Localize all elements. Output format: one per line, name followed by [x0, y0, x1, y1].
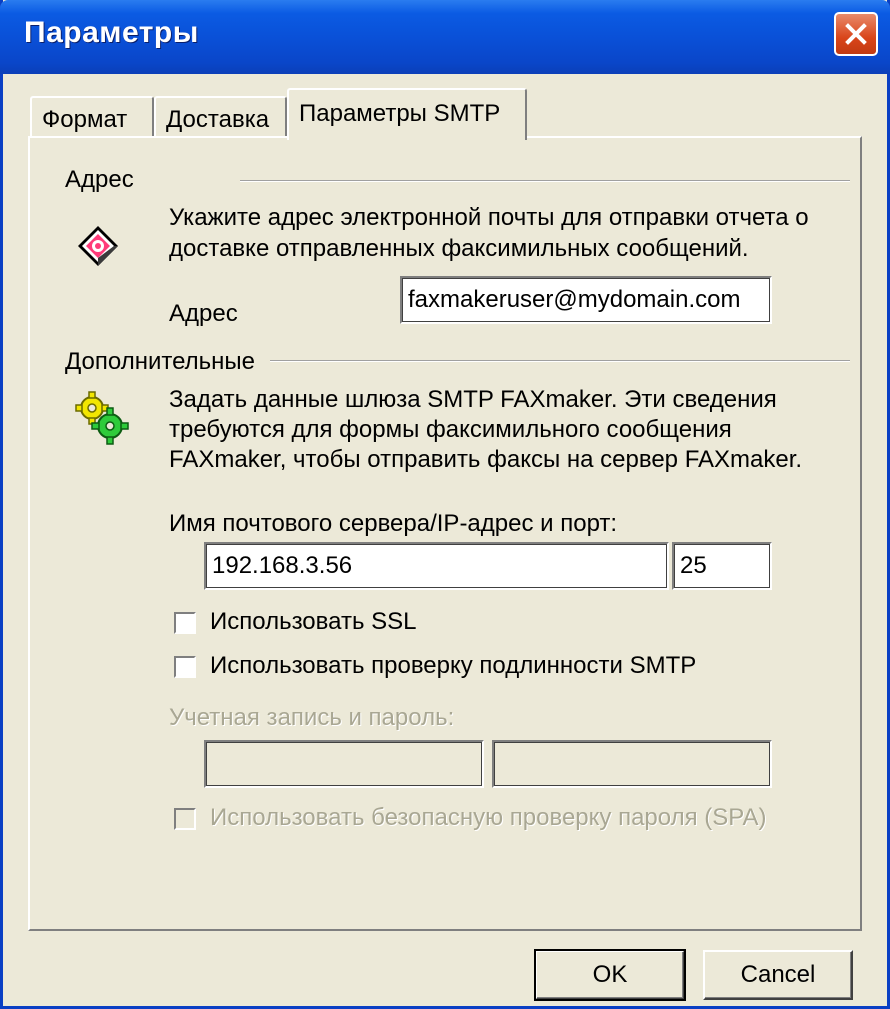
address-section-divider: [240, 180, 850, 182]
address-description-line2: доставке отправленных факсимильных сообщ…: [169, 235, 749, 262]
advanced-section-heading: Дополнительные: [65, 348, 255, 375]
title-bar[interactable]: Параметры: [0, 0, 890, 74]
tab-delivery[interactable]: Доставка: [154, 96, 287, 136]
account-input[interactable]: [204, 740, 484, 788]
smtp-auth-checkbox[interactable]: [174, 656, 196, 678]
spa-checkbox[interactable]: [174, 808, 196, 830]
address-field-label: Адрес: [169, 300, 238, 327]
address-section-heading: Адрес: [65, 166, 134, 193]
tab-smtp-settings[interactable]: Параметры SMTP: [287, 88, 527, 140]
window-title: Параметры: [24, 16, 199, 49]
tab-format[interactable]: Формат: [30, 96, 154, 136]
tab-delivery-label: Доставка: [166, 106, 270, 133]
advanced-description-line1: Задать данные шлюза SMTP FAXmaker. Эти с…: [169, 386, 777, 413]
ok-button[interactable]: OK: [534, 949, 686, 1001]
gears-icon: [74, 390, 130, 446]
tab-smtp-settings-label: Параметры SMTP: [299, 100, 501, 127]
cancel-button[interactable]: Cancel: [703, 950, 853, 1000]
advanced-section-divider: [270, 360, 850, 362]
mail-report-icon: [74, 222, 122, 270]
close-button[interactable]: [834, 12, 878, 56]
tab-format-label: Формат: [42, 106, 128, 133]
address-description-line1: Укажите адрес электронной почты для отпр…: [169, 204, 809, 231]
advanced-description-line2: требуются для формы факсимильного сообще…: [169, 416, 732, 443]
password-input[interactable]: [492, 740, 772, 788]
tab-panel-smtp: Адрес Укажите адрес электронной почты дл…: [28, 136, 862, 931]
server-label: Имя почтового сервера/IP-адрес и порт:: [169, 510, 618, 537]
ssl-checkbox-label[interactable]: Использовать SSL: [210, 608, 416, 636]
spa-checkbox-label[interactable]: Использовать безопасную проверку пароля …: [210, 804, 766, 832]
server-address-input[interactable]: [204, 542, 669, 590]
close-icon: [845, 23, 867, 45]
account-label: Учетная запись и пароль:: [169, 704, 455, 731]
dialog-window: Параметры Формат Доставка Параметры SMTP…: [0, 0, 890, 1009]
address-input[interactable]: [400, 276, 772, 324]
smtp-auth-checkbox-label[interactable]: Использовать проверку подлинности SMTP: [210, 652, 696, 680]
advanced-description-line3: FAXmaker, чтобы отправить факсы на серве…: [169, 446, 803, 473]
port-input[interactable]: [672, 542, 772, 590]
ssl-checkbox[interactable]: [174, 612, 196, 634]
